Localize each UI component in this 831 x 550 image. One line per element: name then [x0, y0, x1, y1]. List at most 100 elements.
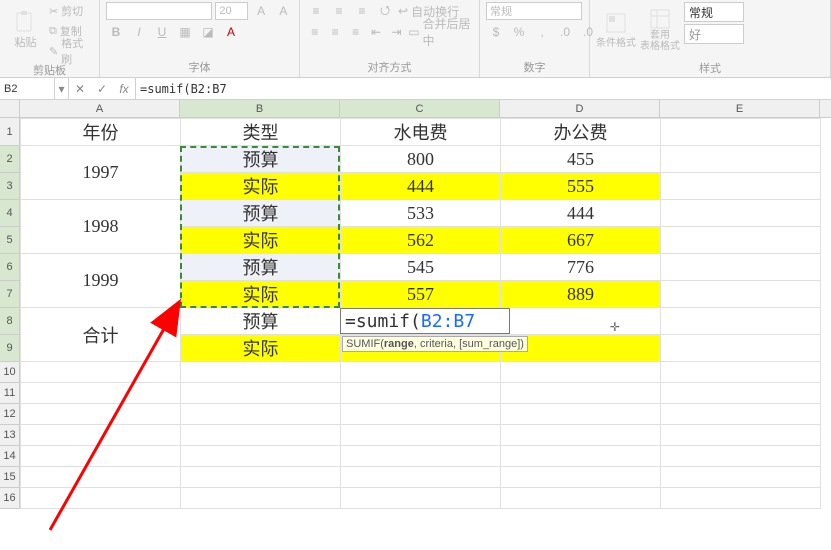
select-all-corner[interactable]: [0, 100, 20, 118]
name-box[interactable]: B2: [0, 78, 55, 99]
row-header-7[interactable]: 7: [0, 281, 19, 308]
formula-input[interactable]: =sumif(B2:B7: [136, 78, 831, 99]
bold-button[interactable]: B: [106, 23, 126, 41]
cell-E3[interactable]: [661, 173, 821, 200]
cell-E1[interactable]: [661, 119, 821, 146]
indent-dec-button[interactable]: ⇤: [367, 23, 384, 41]
merge-center-button[interactable]: ▭合并后居中: [408, 23, 473, 41]
name-box-dropdown[interactable]: ▾: [55, 78, 69, 99]
cell-E5[interactable]: [661, 227, 821, 254]
row-header-16[interactable]: 16: [0, 488, 19, 509]
row-header-10[interactable]: 10: [0, 362, 19, 383]
row-header-14[interactable]: 14: [0, 446, 19, 467]
cells-area[interactable]: 年份 类型 水电费 办公费 1997 预算 800 455 实际 444 555…: [20, 118, 831, 550]
cell-D6[interactable]: 776: [501, 254, 661, 281]
row-header-13[interactable]: 13: [0, 425, 19, 446]
cell-A2[interactable]: 1997: [21, 146, 181, 200]
cancel-formula-button[interactable]: ✕: [69, 82, 91, 96]
conditional-format-button[interactable]: 条件格式: [596, 2, 636, 58]
cell-C6[interactable]: 545: [341, 254, 501, 281]
cut-button[interactable]: ✂ 剪切: [49, 2, 93, 20]
cell-D1[interactable]: 办公费: [501, 119, 661, 146]
row-header-3[interactable]: 3: [0, 173, 19, 200]
align-middle-button[interactable]: ≡: [329, 2, 349, 20]
cell-C3[interactable]: 444: [341, 173, 501, 200]
cell-C5[interactable]: 562: [341, 227, 501, 254]
cell-A1[interactable]: 年份: [21, 119, 181, 146]
cell-style-normal[interactable]: 常规: [684, 2, 744, 22]
cell-D3[interactable]: 555: [501, 173, 661, 200]
increase-font-button[interactable]: A: [251, 2, 270, 20]
row-header-6[interactable]: 6: [0, 254, 19, 281]
row-header-12[interactable]: 12: [0, 404, 19, 425]
cell-B5[interactable]: 实际: [181, 227, 341, 254]
cell-A6[interactable]: 1999: [21, 254, 181, 308]
table-format-button[interactable]: 套用 表格格式: [640, 2, 680, 58]
col-header-C[interactable]: C: [340, 100, 500, 117]
cell-B4[interactable]: 预算: [181, 200, 341, 227]
cell-C7[interactable]: 557: [341, 281, 501, 308]
cell-D2[interactable]: 455: [501, 146, 661, 173]
cell-B1[interactable]: 类型: [181, 119, 341, 146]
cell-B9[interactable]: 实际: [181, 335, 341, 362]
row-header-4[interactable]: 4: [0, 200, 19, 227]
cell-E4[interactable]: [661, 200, 821, 227]
cell-B3[interactable]: 实际: [181, 173, 341, 200]
row-header-5[interactable]: 5: [0, 227, 19, 254]
cell-E6[interactable]: [661, 254, 821, 281]
align-center-button[interactable]: ≡: [326, 23, 343, 41]
format-painter-button[interactable]: ✎ 格式刷: [49, 42, 93, 60]
cell-D8[interactable]: [501, 308, 661, 335]
confirm-formula-button[interactable]: ✓: [91, 82, 113, 96]
cell-B2[interactable]: 预算: [181, 146, 341, 173]
row-header-9[interactable]: 9: [0, 335, 19, 362]
cell-A4[interactable]: 1998: [21, 200, 181, 254]
orientation-button[interactable]: ⭯: [375, 2, 395, 20]
cell-A8[interactable]: 合计: [21, 308, 181, 362]
row-header-2[interactable]: 2: [0, 146, 19, 173]
paste-button[interactable]: 粘贴: [6, 2, 45, 58]
col-header-A[interactable]: A: [20, 100, 180, 117]
cell-D7[interactable]: 889: [501, 281, 661, 308]
align-bottom-button[interactable]: ≡: [352, 2, 372, 20]
underline-button[interactable]: U: [152, 23, 172, 41]
decrease-font-button[interactable]: A: [274, 2, 293, 20]
font-size-select[interactable]: 20: [215, 2, 248, 20]
row-header-15[interactable]: 15: [0, 467, 19, 488]
insert-function-button[interactable]: fx: [113, 82, 135, 96]
row-header-11[interactable]: 11: [0, 383, 19, 404]
percent-button[interactable]: %: [509, 23, 529, 41]
border-button[interactable]: ▦: [175, 23, 195, 41]
align-right-button[interactable]: ≡: [347, 23, 364, 41]
fill-color-button[interactable]: ◪: [198, 23, 218, 41]
cell-E9[interactable]: [661, 335, 821, 362]
row-header-8[interactable]: 8: [0, 308, 19, 335]
cell-editor[interactable]: =sumif(B2:B7: [340, 308, 510, 334]
indent-inc-button[interactable]: ⇥: [388, 23, 405, 41]
worksheet[interactable]: A B C D E 12345678910111213141516 年份 类型 …: [0, 100, 831, 550]
cell-B8[interactable]: 预算: [181, 308, 341, 335]
comma-button[interactable]: ,: [532, 23, 552, 41]
currency-button[interactable]: $: [486, 23, 506, 41]
font-color-button[interactable]: A: [221, 23, 241, 41]
align-top-button[interactable]: ≡: [306, 2, 326, 20]
number-format-select[interactable]: 常规: [486, 2, 582, 20]
cell-C2[interactable]: 800: [341, 146, 501, 173]
cell-style-good[interactable]: 好: [684, 24, 744, 44]
cell-E8[interactable]: [661, 308, 821, 335]
font-name-select[interactable]: [106, 2, 212, 20]
cell-D4[interactable]: 444: [501, 200, 661, 227]
col-header-E[interactable]: E: [660, 100, 820, 117]
row-header-1[interactable]: 1: [0, 118, 19, 146]
cell-D5[interactable]: 667: [501, 227, 661, 254]
italic-button[interactable]: I: [129, 23, 149, 41]
cell-B6[interactable]: 预算: [181, 254, 341, 281]
cell-E7[interactable]: [661, 281, 821, 308]
cell-C1[interactable]: 水电费: [341, 119, 501, 146]
col-header-D[interactable]: D: [500, 100, 660, 117]
align-left-button[interactable]: ≡: [306, 23, 323, 41]
col-header-B[interactable]: B: [180, 100, 340, 117]
cell-E2[interactable]: [661, 146, 821, 173]
increase-decimal-button[interactable]: .0: [555, 23, 575, 41]
cell-C4[interactable]: 533: [341, 200, 501, 227]
